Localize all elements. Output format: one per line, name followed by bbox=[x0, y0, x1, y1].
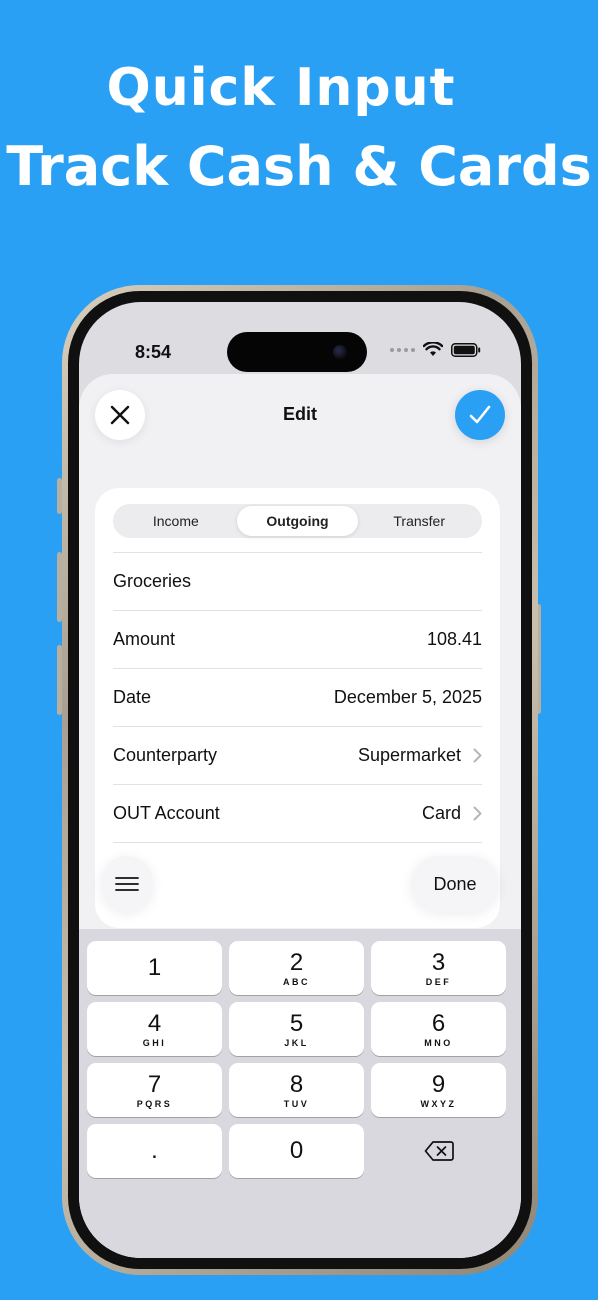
key-letters: GHI bbox=[142, 1037, 167, 1048]
checkmark-icon bbox=[469, 405, 491, 424]
key-7[interactable]: 7 PQRS bbox=[87, 1063, 222, 1117]
counterparty-value: Supermarket bbox=[357, 745, 461, 765]
key-4[interactable]: 4 GHI bbox=[87, 1002, 222, 1056]
chevron-right-icon bbox=[473, 806, 482, 821]
headline-line-1: Quick Input bbox=[106, 58, 456, 118]
status-time: 8:54 bbox=[135, 342, 172, 362]
amount-label: Amount bbox=[113, 629, 176, 649]
backspace-icon bbox=[424, 1141, 454, 1161]
out-account-row[interactable]: OUT Account Card bbox=[113, 785, 482, 843]
key-8[interactable]: 8 TUV bbox=[229, 1063, 364, 1117]
menu-icon bbox=[115, 877, 139, 891]
name-value: Groceries bbox=[113, 571, 192, 591]
out-account-label: OUT Account bbox=[113, 803, 220, 823]
key-letters: WXYZ bbox=[420, 1098, 457, 1109]
date-row[interactable]: Date December 5, 2025 bbox=[113, 669, 482, 727]
camera-icon bbox=[333, 345, 347, 359]
key-6[interactable]: 6 MNO bbox=[371, 1002, 506, 1056]
key-letters: MNO bbox=[424, 1037, 453, 1048]
phone-bezel: 8:54 Edit Income Outgoing Transfer Groce… bbox=[68, 291, 532, 1269]
key-3[interactable]: 3 DEF bbox=[371, 941, 506, 995]
key-digit: . bbox=[151, 1137, 158, 1164]
segment-transfer[interactable]: Transfer bbox=[358, 506, 480, 536]
key-digit: 9 bbox=[431, 1070, 446, 1098]
signal-dots-icon bbox=[390, 347, 415, 352]
key-digit: 0 bbox=[289, 1137, 304, 1164]
key-letters: JKL bbox=[284, 1037, 309, 1048]
key-9[interactable]: 9 WXYZ bbox=[371, 1063, 506, 1117]
counterparty-row[interactable]: Counterparty Supermarket bbox=[113, 727, 482, 785]
segment-outgoing[interactable]: Outgoing bbox=[236, 506, 359, 536]
key-digit: 4 bbox=[147, 1009, 162, 1037]
key-digit: 6 bbox=[431, 1009, 446, 1037]
key-0[interactable]: 0 bbox=[229, 1124, 364, 1178]
key-digit: 7 bbox=[147, 1070, 162, 1098]
dynamic-island bbox=[227, 332, 367, 372]
counterparty-label: Counterparty bbox=[113, 745, 218, 765]
date-value: December 5, 2025 bbox=[333, 687, 482, 707]
numeric-keypad: 1 2 ABC 3 DEF 4 GHI 5 JKL 6 MNO 7 PQRS 8 TUV 9W… bbox=[79, 929, 521, 1258]
key-letters: PQRS bbox=[136, 1098, 173, 1109]
done-button[interactable]: Done bbox=[411, 856, 499, 912]
segment-income[interactable]: Income bbox=[115, 506, 237, 536]
battery-icon bbox=[451, 342, 481, 357]
confirm-button[interactable] bbox=[455, 390, 505, 440]
phone-frame: 8:54 Edit Income Outgoing Transfer Groce… bbox=[62, 285, 538, 1275]
date-label: Date bbox=[113, 687, 152, 707]
chevron-right-icon bbox=[473, 748, 482, 763]
out-account-value: Card bbox=[421, 803, 461, 823]
status-indicators bbox=[390, 342, 481, 357]
key-digit: 8 bbox=[289, 1070, 304, 1098]
delete-key[interactable] bbox=[371, 1124, 506, 1178]
headline-line-2: Track Cash & Cards bbox=[6, 135, 592, 198]
amount-value: 108.41 bbox=[426, 629, 482, 649]
key-5[interactable]: 5 JKL bbox=[229, 1002, 364, 1056]
key-digit: 5 bbox=[289, 1009, 304, 1037]
key-decimal[interactable]: . bbox=[87, 1124, 222, 1178]
key-digit: 3 bbox=[431, 948, 446, 976]
key-letters: ABC bbox=[283, 976, 310, 987]
key-digit: 1 bbox=[147, 954, 162, 981]
name-field[interactable]: Groceries bbox=[113, 553, 482, 611]
type-segmented-control: Income Outgoing Transfer bbox=[113, 504, 482, 538]
key-2[interactable]: 2 ABC bbox=[229, 941, 364, 995]
menu-button[interactable] bbox=[101, 856, 153, 912]
key-digit: 2 bbox=[289, 948, 304, 976]
key-letters: DEF bbox=[425, 976, 452, 987]
key-letters: TUV bbox=[283, 1098, 310, 1109]
phone-screen: 8:54 Edit Income Outgoing Transfer Groce… bbox=[79, 302, 521, 1258]
amount-row[interactable]: Amount 108.41 bbox=[113, 611, 482, 669]
edit-sheet: Edit Income Outgoing Transfer Groceries bbox=[79, 374, 521, 1258]
key-1[interactable]: 1 bbox=[87, 941, 222, 995]
wifi-icon bbox=[423, 342, 443, 356]
